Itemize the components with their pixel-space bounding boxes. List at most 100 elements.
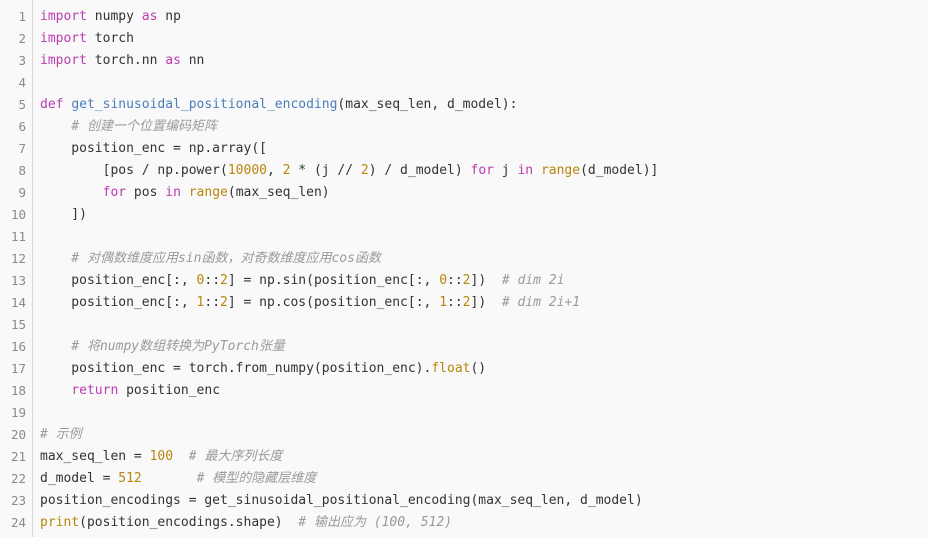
code-token-plain: position_enc (118, 383, 221, 398)
code-token-comment: # 对偶数维度应用sin函数，对奇数维度应用cos函数 (40, 251, 381, 266)
line-number: 1 (18, 9, 26, 24)
code-token-num: 512 (118, 471, 142, 486)
code-line[interactable]: import numpy as np (40, 6, 928, 28)
code-token-kw: for (470, 163, 494, 178)
code-token-kw: def (40, 97, 64, 112)
code-token-plain: torch (86, 31, 134, 46)
line-number: 22 (10, 471, 26, 486)
code-line[interactable]: # 将numpy数组转换为PyTorch张量 (40, 336, 928, 358)
code-token-builtin: range (188, 185, 228, 200)
code-token-plain: :: (204, 273, 221, 288)
code-token-plain: (position_encodings.shape) (79, 515, 299, 530)
code-token-comment: # 示例 (40, 427, 82, 442)
code-token-comment: # 创建一个位置编码矩阵 (40, 119, 217, 134)
code-token-plain: :: (447, 295, 463, 310)
code-line[interactable]: import torch (40, 28, 928, 50)
code-token-num: 2 (360, 163, 369, 178)
line-number: 3 (18, 53, 26, 68)
code-token-num: 2 (462, 273, 471, 288)
code-token-plain: * (j // (290, 163, 361, 178)
code-token-num: 2 (220, 273, 228, 288)
code-line[interactable]: position_enc = np.array([ (40, 138, 928, 160)
code-token-plain: (max_seq_len, d_model): (337, 97, 518, 112)
code-line[interactable]: def get_sinusoidal_positional_encoding(m… (40, 94, 928, 116)
code-content-area[interactable]: import numpy as np import torch import tor… (34, 0, 928, 537)
code-line[interactable]: return position_enc (40, 380, 928, 402)
code-token-num: 100 (149, 449, 174, 464)
code-line[interactable]: import torch.nn as nn (40, 50, 928, 72)
code-token-kw: import (40, 53, 87, 68)
code-token-fn: get_sinusoidal_positional_encoding (71, 97, 338, 112)
code-line[interactable]: # 创建一个位置编码矩阵 (40, 116, 928, 138)
code-token-plain: :: (204, 295, 221, 310)
code-line[interactable]: position_enc[:, 0::2] = np.sin(position_… (40, 270, 928, 292)
code-token-plain: max_seq_len = (40, 449, 150, 464)
code-token-num: 2 (462, 295, 471, 310)
code-token-plain: ]) (40, 207, 87, 222)
line-number: 2 (18, 31, 26, 46)
line-number: 13 (10, 273, 26, 288)
line-number: 8 (18, 163, 26, 178)
code-line[interactable]: position_encodings = get_sinusoidal_posi… (40, 490, 928, 512)
code-line[interactable]: print(position_encodings.shape) # 输出应为 (… (40, 512, 928, 534)
code-line[interactable]: max_seq_len = 100 # 最大序列长度 (40, 446, 928, 468)
line-number: 17 (10, 361, 26, 376)
code-token-plain: ] = np.cos(position_enc[:, (227, 295, 440, 310)
line-number: 4 (18, 75, 26, 90)
code-line[interactable]: ]) (40, 204, 928, 226)
code-token-plain: d_model = (40, 471, 119, 486)
line-number: 18 (10, 383, 26, 398)
line-number: 11 (10, 229, 26, 244)
code-token-plain: , (266, 163, 283, 178)
code-line[interactable]: position_enc[:, 1::2] = np.cos(position_… (40, 292, 928, 314)
code-token-plain: numpy (86, 9, 142, 24)
code-line[interactable] (40, 226, 928, 248)
line-number: 6 (18, 119, 26, 134)
code-token-plain: pos (126, 185, 166, 200)
code-token-plain: torch.nn (86, 53, 166, 68)
code-line[interactable]: for pos in range(max_seq_len) (40, 182, 928, 204)
code-token-kw: in (517, 163, 534, 178)
code-token-comment: # dim 2i+1 (501, 295, 581, 310)
line-number: 21 (10, 449, 26, 464)
code-line[interactable] (40, 72, 928, 94)
code-token-comment: # 将numpy数组转换为PyTorch张量 (40, 339, 285, 354)
line-number: 23 (10, 493, 26, 508)
code-token-plain: (d_model)] (580, 163, 659, 178)
code-token-plain: position_enc = np.array([ (40, 141, 267, 156)
code-token-num: 1 (439, 295, 448, 310)
code-token-plain: () (470, 361, 487, 376)
code-line[interactable] (40, 314, 928, 336)
line-number: 15 (10, 317, 26, 332)
code-token-plain: (max_seq_len) (227, 185, 330, 200)
code-token-num: 0 (439, 273, 448, 288)
code-viewer[interactable]: 1 2 3 4 5 6 7 8 9 10 11 12 13 14 15 16 17 18 19 20 21 22 23 24 … (0, 0, 928, 537)
code-token-plain: :: (447, 273, 463, 288)
code-token-num: 10000 (227, 163, 267, 178)
line-number: 7 (18, 141, 26, 156)
code-line[interactable]: [pos / np.power(10000, 2 * (j // 2) / d_… (40, 160, 928, 182)
code-token-comment: # 模型的隐藏层维度 (196, 471, 317, 486)
code-line[interactable]: # 示例 (40, 424, 928, 446)
code-line[interactable]: # 对偶数维度应用sin函数，对奇数维度应用cos函数 (40, 248, 928, 270)
code-token-num: 2 (220, 295, 228, 310)
line-number: 9 (18, 185, 26, 200)
line-number: 5 (18, 97, 26, 112)
code-token-plain: ] = np.sin(position_enc[:, (227, 273, 440, 288)
code-line[interactable]: position_enc = torch.from_numpy(position… (40, 358, 928, 380)
code-token-plain: [pos / np.power( (40, 163, 228, 178)
code-token-plain: position_encodings = get_sinusoidal_posi… (40, 493, 643, 508)
code-token-comment: # 最大序列长度 (188, 449, 283, 464)
code-line[interactable] (40, 402, 928, 424)
code-token-comment: # 输出应为 (100, 512) (298, 515, 453, 530)
code-line[interactable]: d_model = 512 # 模型的隐藏层维度 (40, 468, 928, 490)
line-number: 10 (10, 207, 26, 222)
code-token-builtin: range (540, 163, 581, 178)
line-number: 19 (10, 405, 26, 420)
code-token-kw: in (165, 185, 181, 200)
